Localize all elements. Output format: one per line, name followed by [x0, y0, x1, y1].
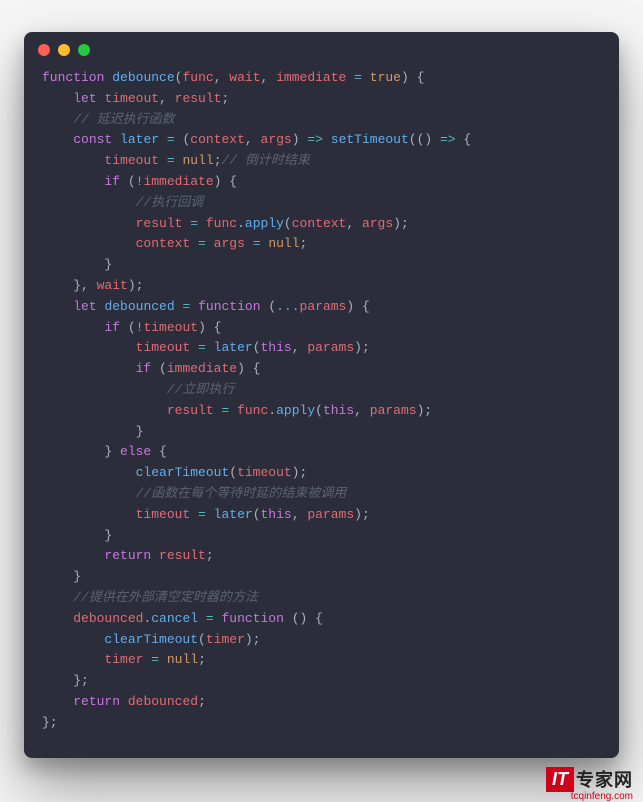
- code-line: const later = (context, args) => setTime…: [42, 130, 601, 151]
- code-line: if (immediate) {: [42, 359, 601, 380]
- code-line: if (!timeout) {: [42, 318, 601, 339]
- code-block: function debounce(func, wait, immediate …: [24, 60, 619, 758]
- code-line: };: [42, 671, 601, 692]
- minimize-icon: [58, 44, 70, 56]
- code-line: timer = null;: [42, 650, 601, 671]
- code-line: //提供在外部清空定时器的方法: [42, 588, 601, 609]
- window-titlebar: [24, 32, 619, 60]
- code-line: //立即执行: [42, 380, 601, 401]
- code-line: clearTimeout(timer);: [42, 630, 601, 651]
- code-line: result = func.apply(this, params);: [42, 401, 601, 422]
- code-line: }: [42, 422, 601, 443]
- code-line: timeout = null;// 倒计时结束: [42, 151, 601, 172]
- watermark: IT 专家网 tcqinfeng.com: [546, 766, 633, 792]
- code-line: //执行回调: [42, 193, 601, 214]
- code-line: debounced.cancel = function () {: [42, 609, 601, 630]
- code-line: result = func.apply(context, args);: [42, 214, 601, 235]
- code-window: function debounce(func, wait, immediate …: [24, 32, 619, 758]
- code-line: } else {: [42, 442, 601, 463]
- code-line: function debounce(func, wait, immediate …: [42, 68, 601, 89]
- code-line: };: [42, 713, 601, 734]
- watermark-label: 专家网: [576, 766, 633, 792]
- code-line: }, wait);: [42, 276, 601, 297]
- code-line: let timeout, result;: [42, 89, 601, 110]
- code-line: if (!immediate) {: [42, 172, 601, 193]
- code-line: timeout = later(this, params);: [42, 338, 601, 359]
- code-line: return result;: [42, 546, 601, 567]
- code-line: }: [42, 567, 601, 588]
- watermark-url: tcqinfeng.com: [571, 791, 633, 802]
- code-line: clearTimeout(timeout);: [42, 463, 601, 484]
- code-line: }: [42, 526, 601, 547]
- code-line: let debounced = function (...params) {: [42, 297, 601, 318]
- code-line: //函数在每个等待时延的结束被调用: [42, 484, 601, 505]
- watermark-badge: IT: [546, 767, 574, 792]
- code-line: // 延迟执行函数: [42, 110, 601, 131]
- code-line: }: [42, 255, 601, 276]
- code-line: timeout = later(this, params);: [42, 505, 601, 526]
- code-line: return debounced;: [42, 692, 601, 713]
- maximize-icon: [78, 44, 90, 56]
- code-line: context = args = null;: [42, 234, 601, 255]
- close-icon: [38, 44, 50, 56]
